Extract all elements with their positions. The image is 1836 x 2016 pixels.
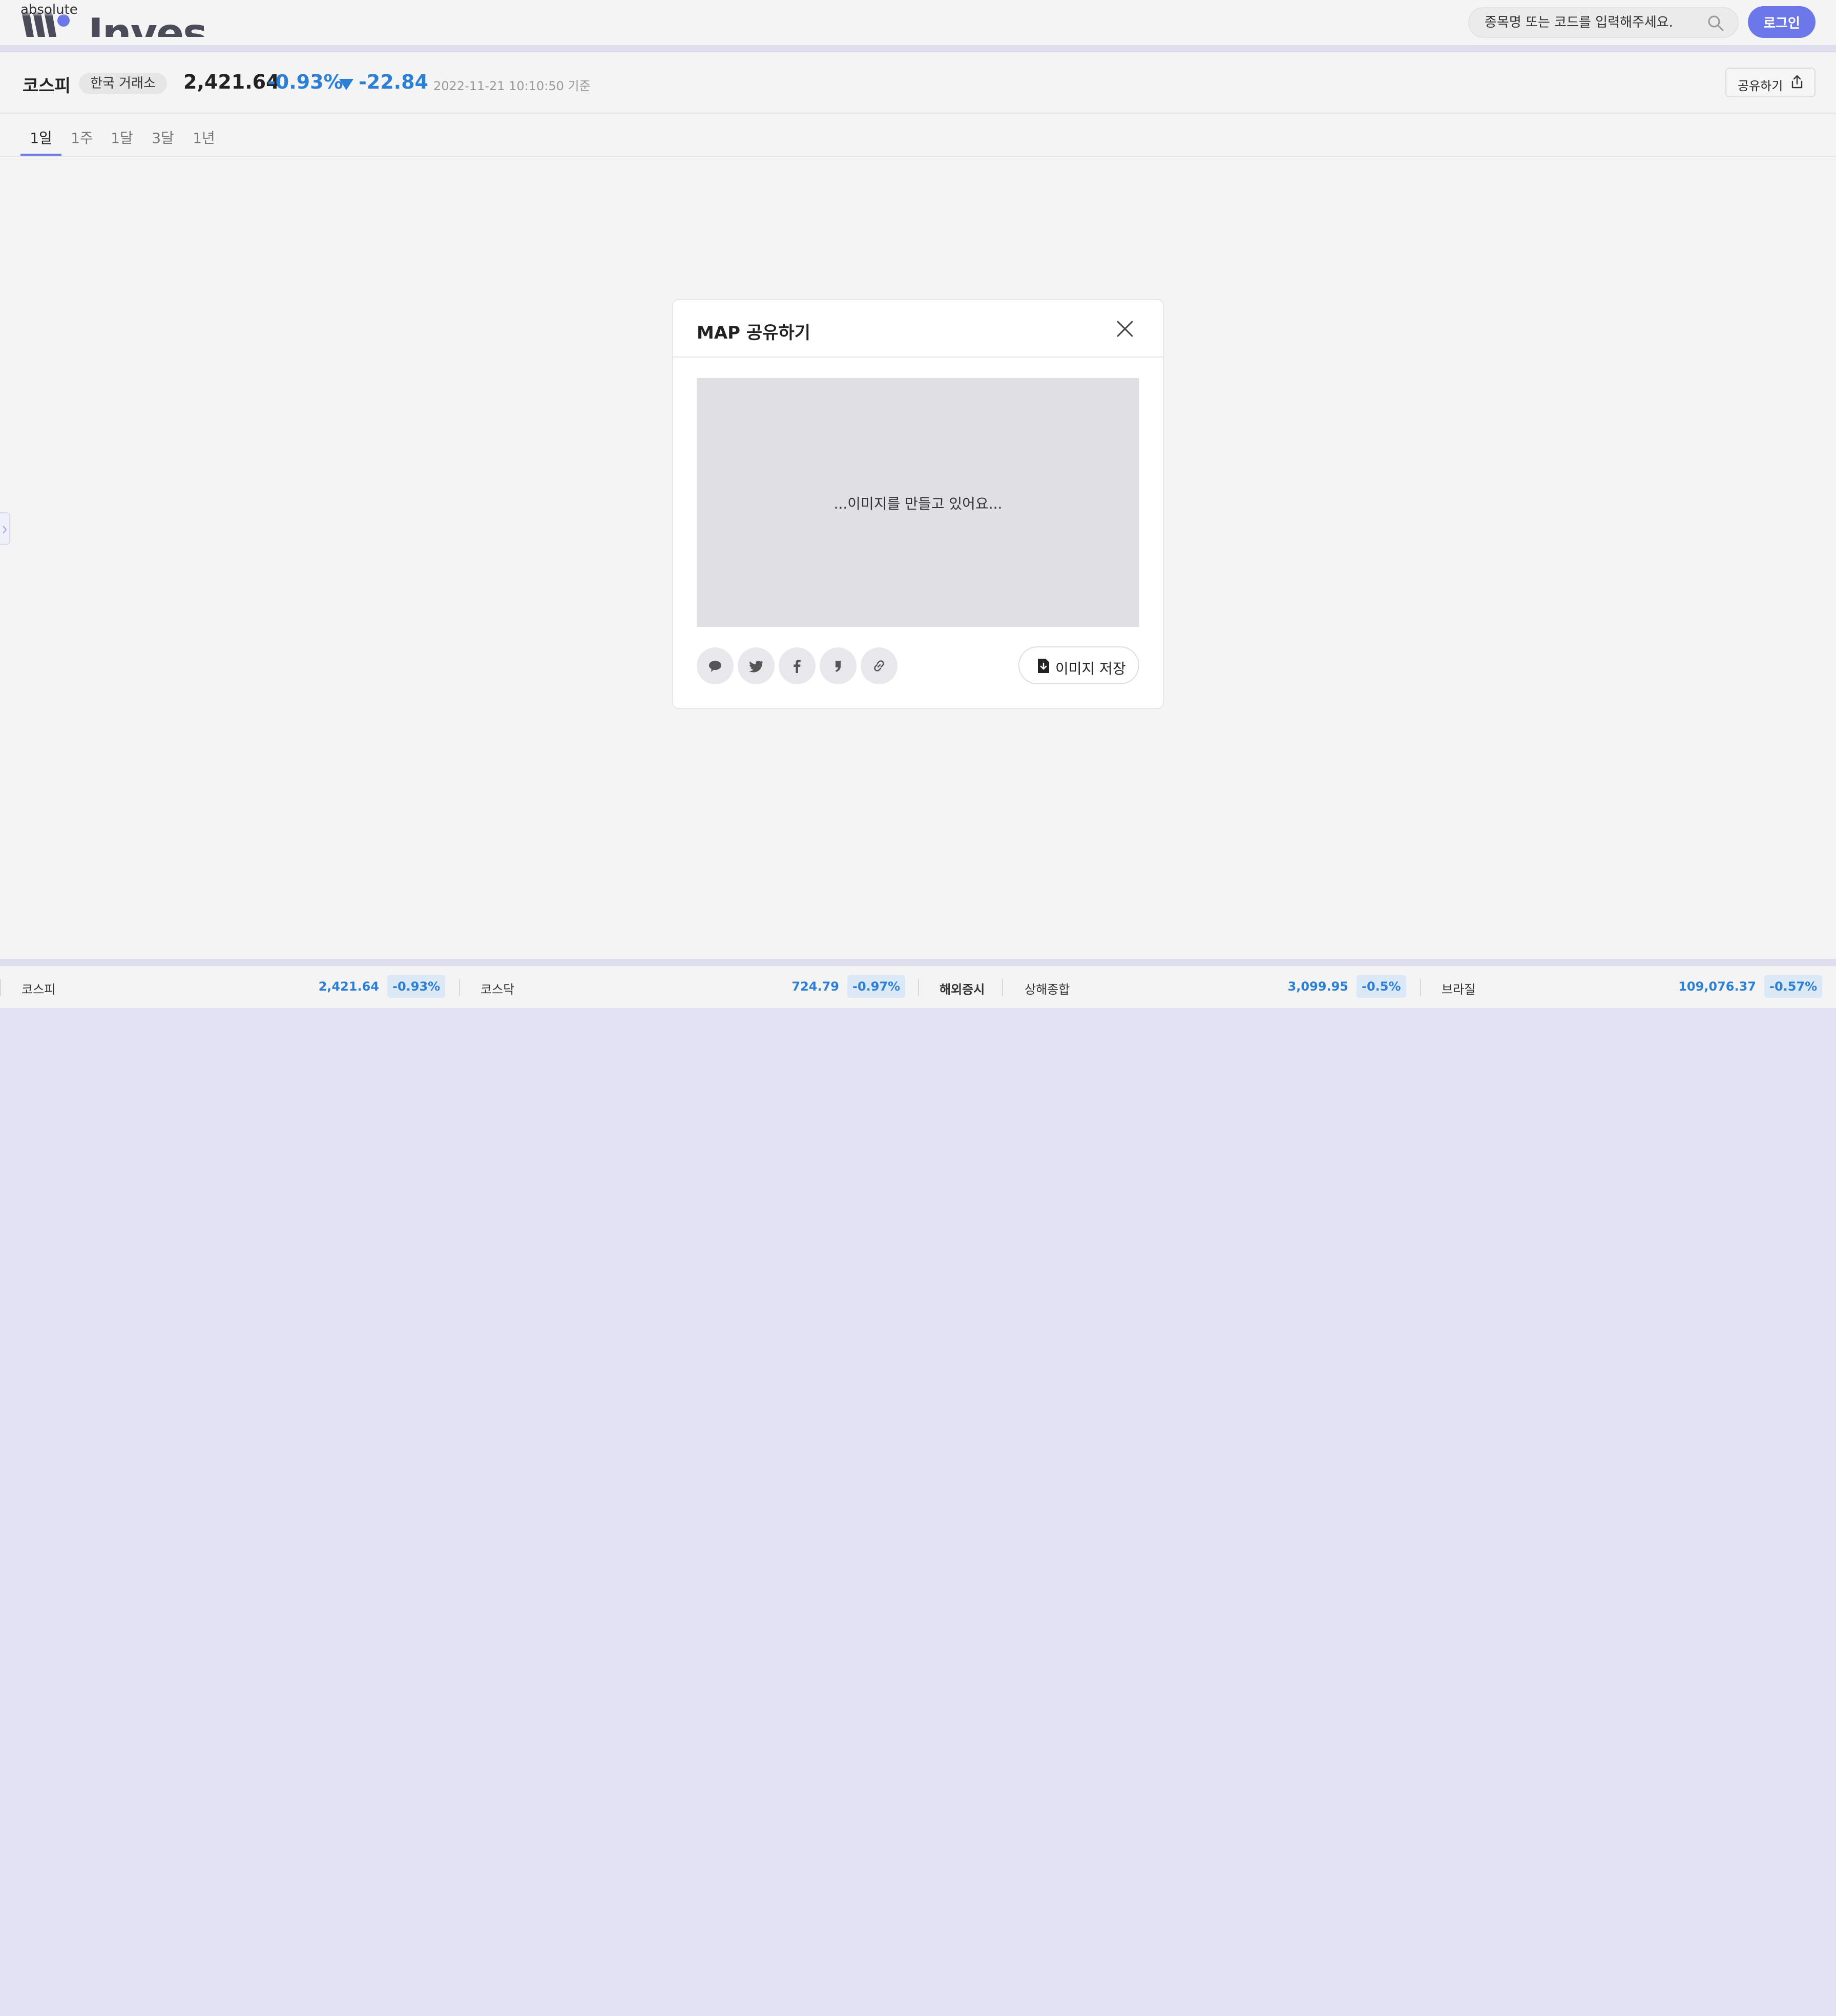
app-window: absolute Invest 로그인 코스피 한국 거래소 2,421.64 … bbox=[0, 0, 1836, 1008]
download-file-icon bbox=[1038, 659, 1049, 673]
ticker-item-name[interactable]: 코스피 bbox=[22, 979, 55, 997]
search-input[interactable] bbox=[1485, 8, 1700, 37]
sidebar-toggle[interactable] bbox=[0, 512, 10, 545]
ticker-item-value: 724.79 bbox=[791, 979, 839, 994]
ticker-item-rate: -0.93% bbox=[387, 975, 446, 998]
search-icon[interactable] bbox=[1707, 14, 1724, 32]
map-image-preview: ...이미지를 만들고 있어요... bbox=[697, 378, 1139, 627]
share-icon bbox=[1791, 75, 1803, 89]
tab-1-year[interactable]: 1년 bbox=[189, 127, 219, 156]
ticker-item-rate: -0.57% bbox=[1764, 975, 1823, 998]
ticker-divider bbox=[0, 959, 1836, 966]
share-kakaotalk-button[interactable] bbox=[697, 647, 734, 684]
close-icon[interactable] bbox=[1114, 318, 1136, 340]
share-button[interactable]: 공유하기 bbox=[1725, 68, 1816, 97]
search-box bbox=[1468, 7, 1739, 38]
ticker-item-rate: -0.97% bbox=[847, 975, 906, 998]
share-map-modal: MAP 공유하기 ...이미지를 만들고 있어요... 이미지 저장 bbox=[672, 299, 1164, 709]
share-quote-button[interactable] bbox=[820, 647, 857, 684]
ticker-item-name[interactable]: 브라질 bbox=[1442, 979, 1475, 997]
ticker-item-value: 3,099.95 bbox=[1287, 979, 1348, 994]
index-info-bar: 코스피 한국 거래소 2,421.64 -0.93% -22.84 2022-1… bbox=[0, 52, 1836, 114]
twitter-icon bbox=[749, 660, 763, 673]
ticker-separator bbox=[459, 979, 460, 996]
kakaotalk-icon bbox=[709, 661, 721, 672]
tab-3-months[interactable]: 3달 bbox=[148, 127, 178, 156]
period-tabs: 1일 1주 1달 3달 1년 bbox=[0, 114, 1836, 157]
logo-subtext: absolute bbox=[20, 2, 78, 17]
modal-title: MAP 공유하기 bbox=[697, 323, 811, 343]
market-ticker: 코스피 2,421.64 -0.93% 코스닥 724.79 -0.97% 해외… bbox=[0, 966, 1836, 1008]
save-image-button[interactable]: 이미지 저장 bbox=[1018, 646, 1139, 684]
tab-1-day[interactable]: 1일 bbox=[20, 127, 61, 156]
ticker-item-value: 2,421.64 bbox=[318, 979, 379, 994]
preview-loading-text: ...이미지를 만들고 있어요... bbox=[833, 495, 1003, 512]
copy-link-button[interactable] bbox=[861, 647, 898, 684]
quote-icon bbox=[836, 661, 841, 672]
facebook-icon bbox=[794, 660, 801, 673]
modal-header: MAP 공유하기 bbox=[673, 300, 1163, 358]
tab-1-month[interactable]: 1달 bbox=[107, 127, 137, 156]
header-divider bbox=[0, 45, 1836, 52]
ticker-separator bbox=[1420, 979, 1421, 996]
ticker-separator bbox=[1002, 979, 1003, 996]
link-icon bbox=[874, 660, 884, 671]
ticker-separator bbox=[918, 979, 919, 996]
share-button-label: 공유하기 bbox=[1738, 79, 1783, 93]
save-image-label: 이미지 저장 bbox=[1055, 660, 1126, 677]
ticker-separator bbox=[0, 979, 1, 996]
index-value: 2,421.64 bbox=[183, 71, 280, 93]
ticker-item-rate: -0.5% bbox=[1357, 975, 1406, 998]
chevron-right-icon bbox=[3, 526, 7, 534]
logo-wordmark: Invest bbox=[88, 10, 205, 37]
ticker-item-value: 109,076.37 bbox=[1678, 979, 1756, 994]
ticker-item-name[interactable]: 코스닥 bbox=[481, 979, 514, 997]
triangle-down-icon bbox=[339, 79, 353, 90]
login-button[interactable]: 로그인 bbox=[1748, 6, 1816, 38]
index-name: 코스피 bbox=[23, 76, 71, 96]
index-timestamp: 2022-11-21 10:10:50 기준 bbox=[433, 79, 591, 93]
exchange-badge: 한국 거래소 bbox=[79, 73, 167, 94]
ticker-section-label: 해외증시 bbox=[940, 982, 985, 997]
tab-1-week[interactable]: 1주 bbox=[67, 127, 97, 156]
top-header: absolute Invest 로그인 bbox=[0, 0, 1836, 45]
ticker-item-name[interactable]: 상해종합 bbox=[1025, 979, 1070, 997]
share-facebook-button[interactable] bbox=[779, 647, 816, 684]
share-twitter-button[interactable] bbox=[738, 647, 775, 684]
logo[interactable]: absolute Invest bbox=[20, 0, 205, 37]
index-change-rate: -0.93% bbox=[267, 71, 343, 93]
index-change-amount: -22.84 bbox=[359, 71, 428, 93]
